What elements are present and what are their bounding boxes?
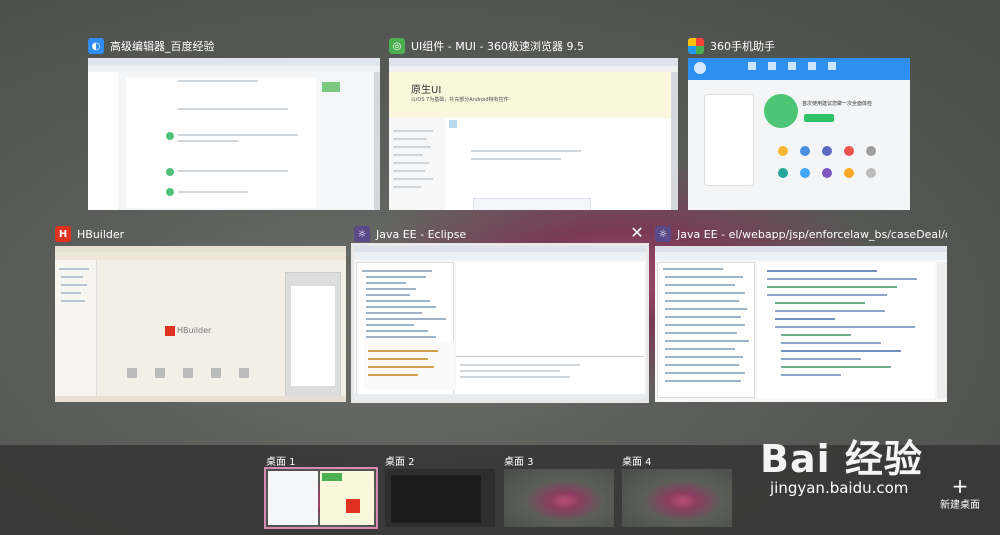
window-title: Java EE - el/webapp/jsp/enforcelaw_bs/ca…: [677, 227, 947, 241]
window-thumbnail: [351, 243, 649, 403]
desktop-thumbnail: [504, 469, 614, 527]
window-thumbnail: [88, 58, 380, 210]
content-logo: HBuilder: [177, 326, 212, 335]
desktop-thumbnail: [385, 469, 495, 527]
window-360-assistant[interactable]: 360手机助手 首次使用建议您做一次全面体检: [688, 36, 910, 212]
window-mui-browser[interactable]: ◎ UI组件 - MUI - 360极速浏览器 9.5 原生UI 以iOS 7为…: [389, 36, 678, 212]
window-title-bar: H HBuilder: [55, 224, 346, 244]
window-title: 360手机助手: [710, 40, 775, 53]
window-thumbnail: 原生UI 以iOS 7为基础，补充部分Android特有控件: [389, 58, 678, 210]
desktop-thumbnail: [622, 469, 732, 527]
desktop-label: 桌面 4: [622, 457, 652, 468]
eclipse-icon: ☼: [655, 226, 671, 242]
window-title: 高级编辑器_百度经验: [110, 40, 215, 53]
baidu-watermark: Bai 经验 jingyan.baidu.com: [760, 428, 923, 497]
window-eclipse[interactable]: ☼ Java EE - Eclipse ✕: [351, 224, 649, 403]
window-title-bar: ☼ Java EE - el/webapp/jsp/enforcelaw_bs/…: [655, 224, 947, 244]
desktop-thumbnail: [264, 467, 378, 529]
window-title-bar: ◐ 高级编辑器_百度经验: [88, 36, 380, 56]
window-title-bar: 360手机助手: [688, 36, 910, 56]
window-title-bar: ◎ UI组件 - MUI - 360极速浏览器 9.5: [389, 36, 678, 56]
content-heading: 原生UI: [411, 85, 442, 96]
plus-icon: +: [951, 474, 969, 498]
window-title: Java EE - Eclipse: [376, 227, 467, 241]
desktop-label: 桌面 2: [385, 457, 415, 468]
baidu-logo: Bai 经验: [760, 437, 923, 481]
window-thumbnail: HBuilder: [55, 246, 346, 402]
content-text: 首次使用建议您做一次全面体检: [802, 101, 873, 107]
task-view: ◐ 高级编辑器_百度经验 ◎ UI组件 - MUI - 360极速浏览器 9.5: [0, 0, 1000, 445]
desktop-label: 桌面 1: [266, 457, 296, 468]
hbuilder-icon: H: [55, 226, 71, 242]
eclipse-icon: ☼: [354, 226, 370, 242]
window-hbuilder[interactable]: H HBuilder HBuilder: [55, 224, 346, 402]
window-baidu-editor[interactable]: ◐ 高级编辑器_百度经验: [88, 36, 380, 212]
browser-icon: ◐: [88, 38, 104, 54]
new-desktop-button[interactable]: + 新建桌面: [930, 476, 990, 511]
new-desktop-label: 新建桌面: [940, 500, 980, 511]
window-title: HBuilder: [77, 227, 125, 241]
window-thumbnail: [655, 246, 947, 402]
assistant-360-icon: [688, 38, 704, 54]
close-icon[interactable]: ✕: [628, 224, 646, 242]
window-title: UI组件 - MUI - 360极速浏览器 9.5: [411, 40, 584, 53]
window-title-bar: ☼ Java EE - Eclipse: [354, 224, 624, 244]
desktop-label: 桌面 3: [504, 457, 534, 468]
window-thumbnail: 首次使用建议您做一次全面体检: [688, 58, 910, 210]
content-subheading: 以iOS 7为基础，补充部分Android特有控件: [411, 97, 509, 103]
browser-360-icon: ◎: [389, 38, 405, 54]
window-eclipse-jsp[interactable]: ☼ Java EE - el/webapp/jsp/enforcelaw_bs/…: [655, 224, 947, 402]
